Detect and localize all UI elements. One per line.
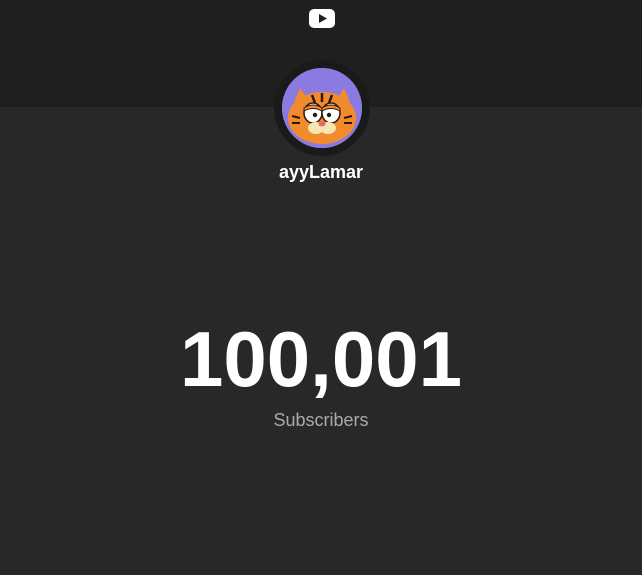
subscriber-count: 100,001 bbox=[180, 315, 462, 403]
subscriber-counter-page: ayyLamar 100,001 Subscribers bbox=[0, 0, 642, 575]
subscriber-label: Subscribers bbox=[273, 410, 369, 430]
avatar[interactable] bbox=[274, 60, 370, 156]
youtube-play-icon[interactable] bbox=[309, 8, 335, 28]
channel-name[interactable]: ayyLamar bbox=[0, 160, 642, 184]
garfield-avatar-icon bbox=[282, 68, 362, 148]
